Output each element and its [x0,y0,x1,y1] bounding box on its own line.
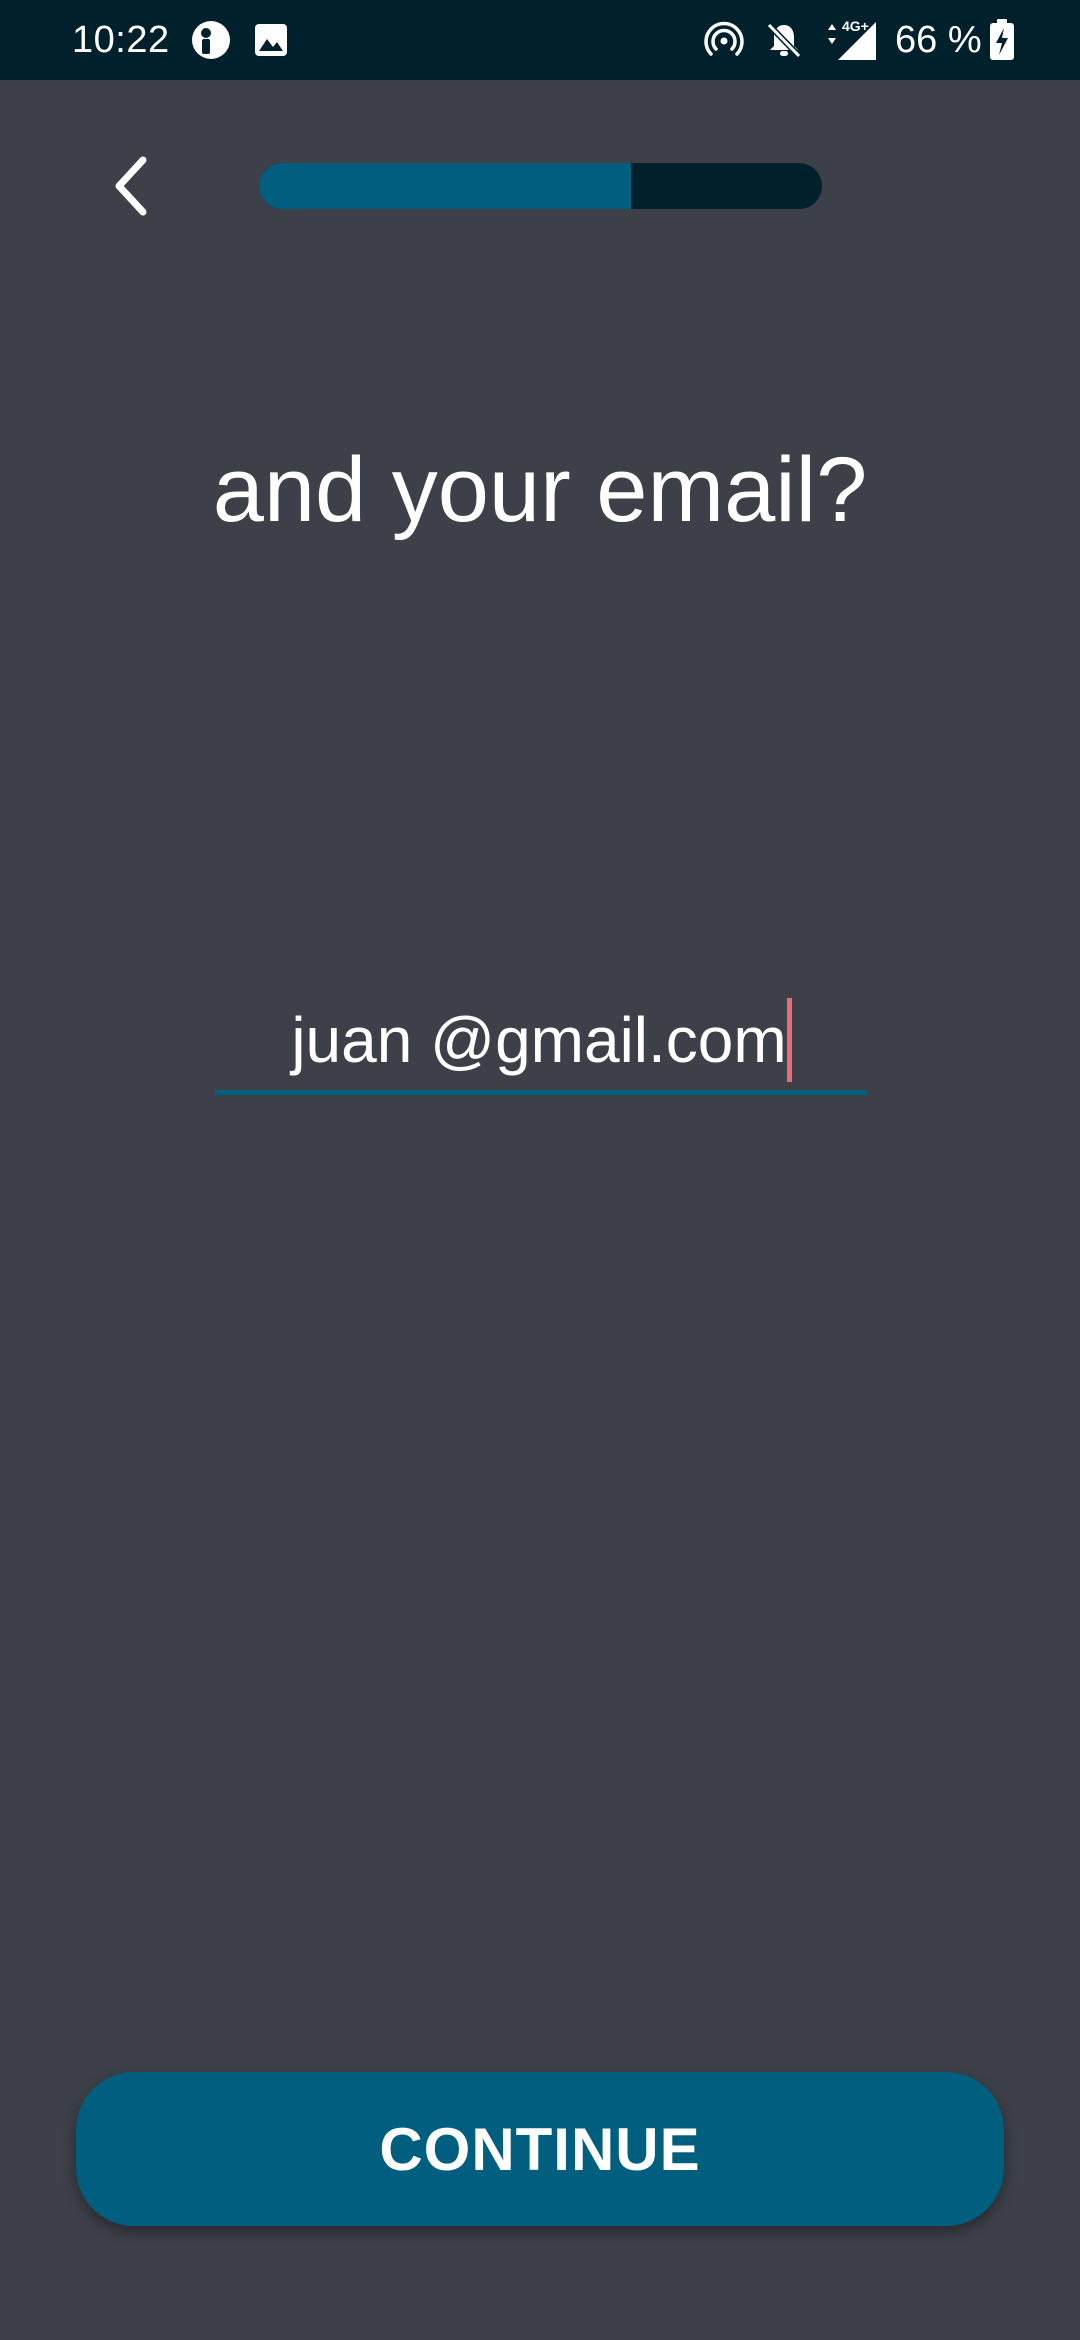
hotspot-icon [704,20,744,60]
continue-button[interactable]: CONTINUE [76,2072,1004,2226]
app-notification-icon [191,20,231,60]
network-type-label: 4G+ [842,18,869,34]
back-button[interactable] [96,146,166,226]
notifications-off-icon [764,20,804,60]
status-bar: 10:22 4G+ 66 % [0,0,1080,80]
image-notification-icon [254,22,288,62]
email-input-value[interactable]: juan @gmail.com [291,990,786,1090]
email-signup-screen: 10:22 4G+ 66 % and your email? juan @gma… [0,0,1080,2340]
signup-progress-fill [259,163,631,209]
battery-charging-icon [988,18,1016,60]
mobile-signal-icon: 4G+ [818,16,878,60]
chevron-left-icon [115,156,147,216]
text-cursor [786,998,792,1082]
status-time: 10:22 [72,19,170,61]
battery-percentage: 66 % [895,19,982,61]
email-field[interactable]: juan @gmail.com [215,990,868,1095]
signup-progress-bar [259,163,822,209]
page-title: and your email? [212,439,868,541]
